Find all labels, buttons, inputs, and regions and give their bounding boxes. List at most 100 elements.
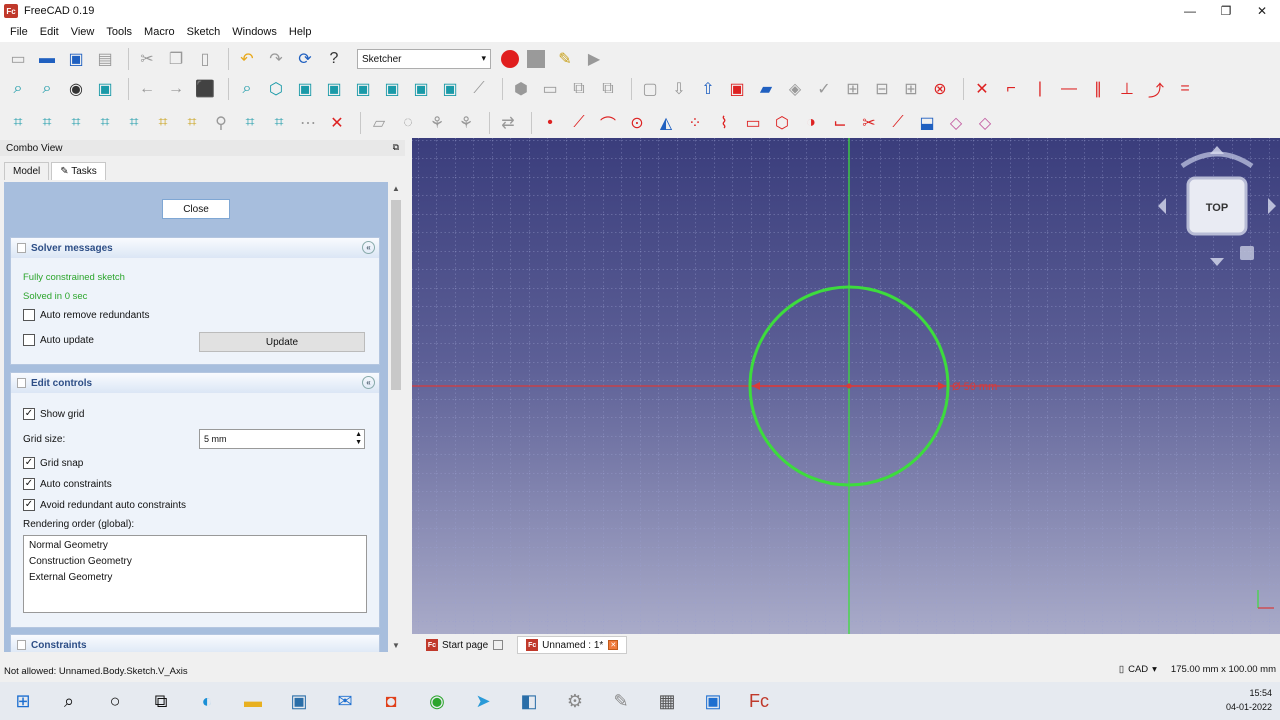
isometric-view-icon[interactable]: ⬡ (264, 77, 288, 101)
spin-arrows-icon[interactable]: ▲ ▼ (355, 431, 362, 447)
bspline-knot-icon[interactable]: ⚘ (454, 111, 478, 135)
circle-icon[interactable]: ⊙ (625, 111, 649, 135)
extend-icon[interactable]: ⟋ (886, 111, 910, 135)
horizontal-constraint-icon[interactable]: — (1057, 77, 1081, 101)
print-icon[interactable]: ▤ (93, 47, 117, 71)
select-conflicting-icon[interactable]: ⌗ (151, 111, 175, 135)
symmetry-icon[interactable]: ⌗ (238, 111, 262, 135)
left-view-icon[interactable]: ▣ (438, 77, 462, 101)
merge-sketch-icon[interactable]: ⊞ (841, 77, 865, 101)
bounding-box-icon[interactable]: ▣ (93, 77, 117, 101)
execute-macro-icon[interactable]: ▶ (582, 47, 606, 71)
delete-constraints-icon[interactable]: ✕ (325, 111, 349, 135)
dimension-label[interactable]: Ø 50 mm (952, 381, 997, 393)
redo-icon[interactable]: ↷ (264, 47, 288, 71)
new-sketch-icon[interactable]: ▢ (638, 77, 662, 101)
edit-controls-header[interactable]: Edit controls « (11, 373, 379, 393)
office-icon[interactable]: ◘ (368, 682, 414, 720)
minimize-button[interactable]: — (1172, 0, 1208, 22)
record-macro-icon[interactable] (501, 50, 519, 68)
scroll-down-icon[interactable]: ▼ (392, 641, 400, 650)
constraints-header[interactable]: Constraints (11, 635, 379, 652)
conic-icon[interactable]: ◭ (654, 111, 678, 135)
select-constraints-icon[interactable]: ⌗ (6, 111, 30, 135)
solver-messages-header[interactable]: Solver messages « (11, 238, 379, 258)
circle-center-point[interactable] (846, 383, 852, 389)
group-icon[interactable]: ▭ (538, 77, 562, 101)
stop-macro-icon[interactable] (527, 50, 545, 68)
rectangular-array-icon[interactable]: ⋯ (296, 111, 320, 135)
maximize-button[interactable]: ❐ (1208, 0, 1244, 22)
rear-view-icon[interactable]: ▣ (380, 77, 404, 101)
tab-tasks[interactable]: ✎ Tasks (51, 162, 106, 180)
reorient-sketch-icon[interactable]: ◈ (783, 77, 807, 101)
rendering-order-list[interactable]: Normal Geometry Construction Geometry Ex… (23, 535, 367, 613)
bottom-view-icon[interactable]: ▣ (409, 77, 433, 101)
part-icon[interactable]: ⬢ (509, 77, 533, 101)
stop-operation-icon[interactable]: ⊗ (928, 77, 952, 101)
auto-remove-redundants-checkbox[interactable]: Auto remove redundants (23, 309, 150, 321)
menu-tools[interactable]: Tools (100, 26, 138, 38)
collapse-icon[interactable]: « (362, 241, 375, 254)
refresh-icon[interactable]: ⟳ (293, 47, 317, 71)
link-actions-icon[interactable]: ⧉ (596, 77, 620, 101)
undo-icon[interactable]: ↶ (235, 47, 259, 71)
leave-sketch-icon[interactable]: ⇩ (667, 77, 691, 101)
bspline-degree-icon[interactable]: ⚘ (425, 111, 449, 135)
remote-desktop-icon[interactable]: ▣ (690, 682, 736, 720)
navigation-style[interactable]: CAD (1128, 664, 1148, 675)
select-haxis-icon[interactable]: ⌗ (93, 111, 117, 135)
update-button[interactable]: Update (199, 332, 365, 352)
coincident-icon[interactable]: ⌐ (999, 77, 1023, 101)
construction-mode-icon[interactable]: ◇ (973, 111, 997, 135)
scrollbar-thumb[interactable] (391, 200, 401, 390)
carbon-copy-icon[interactable]: ◇ (944, 111, 968, 135)
chevron-down-icon[interactable]: ▾ (1152, 664, 1157, 675)
edge-icon[interactable]: ◐ (184, 682, 230, 720)
bspline-draw-icon[interactable]: ⁘ (683, 111, 707, 135)
system-clock[interactable]: 15:54 04-01-2022 (1226, 686, 1272, 714)
close-tab-icon[interactable] (493, 640, 504, 650)
undock-icon[interactable]: ⧉ (393, 142, 399, 153)
zoom-icon[interactable]: ⌕ (235, 77, 259, 101)
grid-size-input[interactable]: 5 mm ▲ ▼ (199, 429, 365, 449)
cortana-icon[interactable]: ○ (92, 682, 138, 720)
freecad-taskbar-icon[interactable]: Fc (736, 682, 782, 720)
vertical-constraint-icon[interactable]: | (1028, 77, 1052, 101)
external-geometry-icon[interactable]: ⬓ (915, 111, 939, 135)
parallel-constraint-icon[interactable]: ∥ (1086, 77, 1110, 101)
equal-constraint-icon[interactable]: = (1173, 77, 1197, 101)
list-item[interactable]: Normal Geometry (29, 540, 361, 556)
link-icon[interactable]: ⧉ (567, 77, 591, 101)
top-view-icon[interactable]: ▣ (322, 77, 346, 101)
close-window-button[interactable]: ✕ (1244, 0, 1280, 22)
menu-macro[interactable]: Macro (138, 26, 181, 38)
virtual-space-icon[interactable]: ⇄ (496, 111, 520, 135)
new-file-icon[interactable]: ▭ (6, 47, 30, 71)
select-vaxis-icon[interactable]: ⌗ (64, 111, 88, 135)
mirror-sketch-icon[interactable]: ⊟ (870, 77, 894, 101)
list-item[interactable]: External Geometry (29, 572, 361, 588)
view-sketch-icon[interactable]: ⇧ (696, 77, 720, 101)
bspline-curvature-icon[interactable]: ◌ (396, 111, 420, 135)
slot-icon[interactable]: ◑ (799, 111, 823, 135)
back-icon[interactable]: ← (135, 77, 159, 101)
right-view-icon[interactable]: ▣ (351, 77, 375, 101)
select-redundant-icon[interactable]: ⌗ (122, 111, 146, 135)
polygon-icon[interactable]: ⬡ (770, 111, 794, 135)
menu-help[interactable]: Help (283, 26, 318, 38)
avoid-redundant-checkbox[interactable]: ✓ Avoid redundant auto constraints (23, 499, 186, 511)
front-view-icon[interactable]: ▣ (293, 77, 317, 101)
pen-tool-icon[interactable]: ✎ (598, 682, 644, 720)
tab-model[interactable]: Model (4, 162, 50, 180)
collapse-icon[interactable]: « (362, 376, 375, 389)
workbench-nav-icon[interactable]: ⬛ (193, 77, 217, 101)
trim-icon[interactable]: ✂ (857, 111, 881, 135)
draw-style-icon[interactable]: ◉ (64, 77, 88, 101)
search-icon[interactable]: ⌕ (46, 682, 92, 720)
macros-icon[interactable]: ✎ (553, 47, 577, 71)
view-section-icon[interactable]: ▣ (725, 77, 749, 101)
point-icon[interactable]: • (538, 111, 562, 135)
tab-start-page[interactable]: Fc Start page (418, 637, 511, 653)
copy-icon[interactable]: ❐ (164, 47, 188, 71)
